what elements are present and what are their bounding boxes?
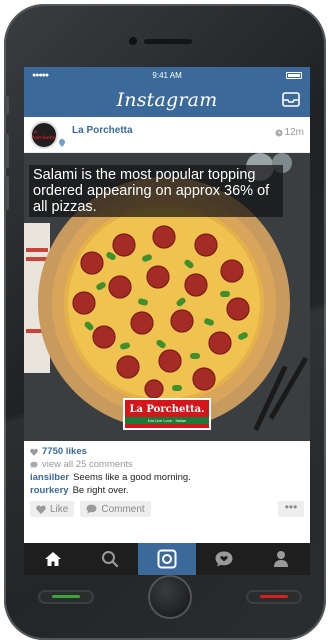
right-hardware-button xyxy=(246,590,302,604)
clock-icon xyxy=(275,129,283,136)
left-hardware-button xyxy=(38,590,94,604)
brand-logo-badge: La Porchetta. Eat Live Love · Italian xyxy=(123,398,211,430)
earpiece-speaker xyxy=(144,39,192,44)
like-button[interactable]: Like xyxy=(30,501,75,517)
heart-icon xyxy=(36,505,46,514)
battery-icon xyxy=(286,71,302,79)
like-label: Like xyxy=(50,503,69,515)
app-title: Instagram xyxy=(116,89,218,111)
volume-up-button xyxy=(4,134,9,168)
more-options-button[interactable]: ••• xyxy=(278,501,304,517)
inbox-icon[interactable] xyxy=(282,92,300,107)
tab-camera[interactable] xyxy=(138,543,196,575)
heart-icon xyxy=(30,448,38,456)
home-icon xyxy=(44,552,61,566)
tab-home[interactable] xyxy=(24,543,81,575)
comment-row: iansilber Seems like a good morning. xyxy=(30,471,304,484)
comment-label: Comment xyxy=(101,503,145,515)
comment-text: Seems like a good morning. xyxy=(73,472,191,483)
avatar[interactable]: La Porchetta xyxy=(30,120,58,149)
post-username[interactable]: La Porchetta xyxy=(72,125,133,136)
tab-activity[interactable] xyxy=(196,543,253,575)
status-time: 9:41 AM xyxy=(152,70,182,80)
bottom-tab-bar xyxy=(24,543,310,575)
comment-row: rourkery Be right over. xyxy=(30,484,304,497)
mute-switch xyxy=(4,96,9,114)
view-comments-row: view all 25 comments xyxy=(30,458,304,471)
time-ago: 12m xyxy=(284,127,304,138)
front-camera xyxy=(129,37,137,45)
likes-count[interactable]: 7750 likes xyxy=(42,446,87,457)
post-header: La Porchetta La Porchetta 12m xyxy=(24,117,310,153)
post-actions: Like Comment ••• xyxy=(24,497,310,519)
tab-search[interactable] xyxy=(81,543,138,575)
comment-button[interactable]: Comment xyxy=(80,501,151,517)
home-hardware-button[interactable] xyxy=(150,577,190,617)
comment-bubble-icon xyxy=(30,461,38,468)
phone-screen: ●●●●● 9:41 AM Instagram La Porchetta La … xyxy=(24,67,310,575)
profile-icon xyxy=(274,551,289,567)
status-bar: ●●●●● 9:41 AM xyxy=(24,67,310,83)
post-photo[interactable]: Salami is the most popular topping order… xyxy=(24,153,310,441)
badge-name: La Porchetta. xyxy=(129,404,205,415)
comment-username[interactable]: rourkery xyxy=(30,485,69,496)
post-meta: 7750 likes view all 25 comments iansilbe… xyxy=(24,441,310,497)
tab-profile[interactable] xyxy=(253,543,310,575)
volume-down-button xyxy=(4,176,9,210)
camera-icon xyxy=(157,549,177,569)
comment-username[interactable]: iansilber xyxy=(30,472,69,483)
comment-bubble-icon xyxy=(86,504,97,514)
post-time: 12m xyxy=(275,127,304,138)
view-all-comments-link[interactable]: view all 25 comments xyxy=(42,459,133,470)
photo-caption-overlay: Salami is the most popular topping order… xyxy=(29,165,283,217)
avatar-label: La Porchetta xyxy=(30,128,58,141)
location-pin-icon xyxy=(59,139,65,147)
likes-row: 7750 likes xyxy=(30,445,304,458)
search-icon xyxy=(101,551,118,568)
app-header: Instagram xyxy=(24,83,310,117)
activity-icon xyxy=(215,551,233,567)
badge-tagline: Eat Live Love · Italian xyxy=(125,417,209,424)
signal-strength-icon: ●●●●● xyxy=(32,71,49,79)
comment-text: Be right over. xyxy=(72,485,129,496)
